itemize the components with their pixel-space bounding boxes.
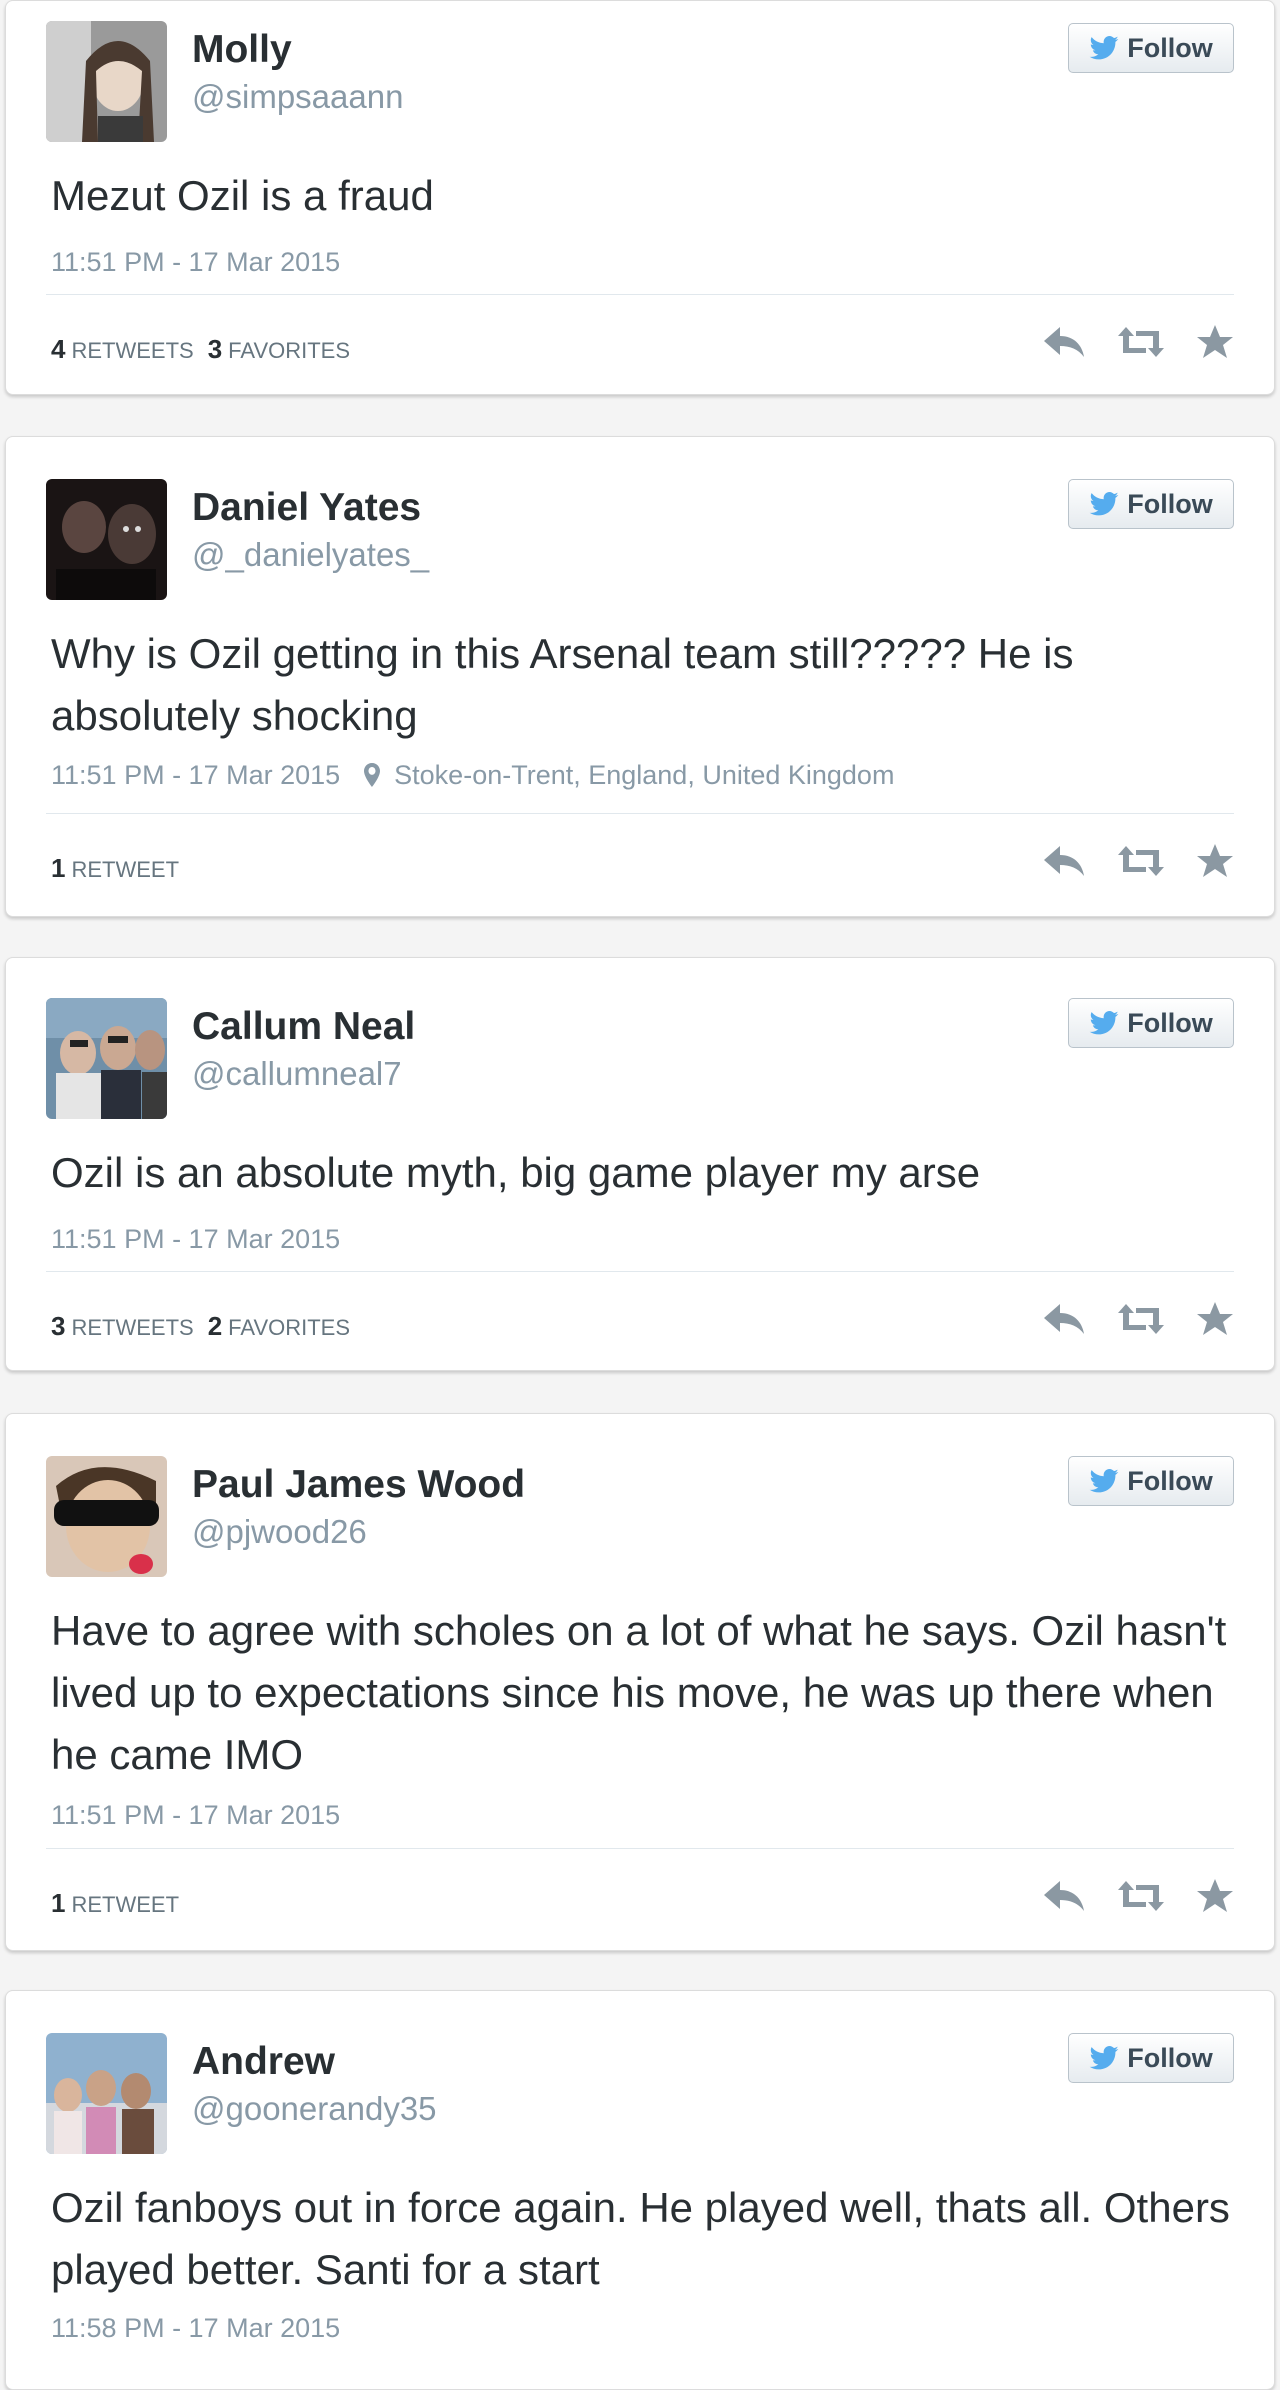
twitter-bird-icon <box>1089 1011 1119 1035</box>
tweet-card: Paul James Wood @pjwood26 Follow Have to… <box>5 1413 1275 1951</box>
tweet-meta: 11:51 PM - 17 Mar 2015 <box>51 1798 340 1832</box>
follow-label: Follow <box>1127 488 1213 519</box>
user-handle[interactable]: @_danielyates_ <box>192 535 429 575</box>
divider <box>46 813 1234 814</box>
retweet-icon[interactable] <box>1116 844 1166 878</box>
tweet-text: Why is Ozil getting in this Arsenal team… <box>51 630 1074 739</box>
favorite-star-icon[interactable] <box>1196 1301 1234 1337</box>
twitter-bird-icon <box>1089 1469 1119 1493</box>
retweet-label[interactable]: RETWEETS <box>71 338 193 363</box>
tweet-stats: 3 RETWEETS 2 FAVORITES <box>51 1311 350 1343</box>
user-handle[interactable]: @pjwood26 <box>192 1512 367 1552</box>
reply-icon[interactable] <box>1042 1879 1086 1913</box>
favorite-star-icon[interactable] <box>1196 1878 1234 1914</box>
tweet-actions <box>1012 1878 1234 1914</box>
retweet-icon[interactable] <box>1116 325 1166 359</box>
tweet-actions <box>1012 1301 1234 1337</box>
favorite-star-icon[interactable] <box>1196 843 1234 879</box>
user-name[interactable]: Paul James Wood <box>192 1462 525 1508</box>
user-name[interactable]: Andrew <box>192 2039 335 2085</box>
tweet-timestamp[interactable]: 11:51 PM - 17 Mar 2015 <box>51 1798 340 1832</box>
user-name[interactable]: Callum Neal <box>192 1004 415 1050</box>
avatar[interactable] <box>46 2033 167 2154</box>
tweet-actions <box>1012 324 1234 360</box>
favorite-count: 2 <box>207 1311 223 1341</box>
follow-label: Follow <box>1127 1007 1213 1038</box>
divider <box>46 1271 1234 1272</box>
retweet-label[interactable]: RETWEET <box>71 857 179 882</box>
tweet-text: Ozil fanboys out in force again. He play… <box>51 2184 1230 2293</box>
follow-label: Follow <box>1127 2042 1213 2073</box>
tweet-meta: 11:58 PM - 17 Mar 2015 <box>51 2311 340 2345</box>
follow-label: Follow <box>1127 32 1213 63</box>
tweet-text: Ozil is an absolute myth, big game playe… <box>51 1149 981 1196</box>
divider <box>46 1848 1234 1849</box>
retweet-icon[interactable] <box>1116 1302 1166 1336</box>
retweet-label[interactable]: RETWEETS <box>71 1315 193 1340</box>
follow-button[interactable]: Follow <box>1068 2033 1234 2083</box>
divider <box>46 294 1234 295</box>
tweet-text: Have to agree with scholes on a lot of w… <box>51 1607 1227 1778</box>
tweet-card: Daniel Yates @_danielyates_ Follow Why i… <box>5 436 1275 917</box>
tweet-stats: 4 RETWEETS 3 FAVORITES <box>51 334 350 366</box>
favorite-label[interactable]: FAVORITES <box>228 1315 350 1340</box>
tweet-card: Callum Neal @callumneal7 Follow Ozil is … <box>5 957 1275 1371</box>
favorite-star-icon[interactable] <box>1196 324 1234 360</box>
reply-icon[interactable] <box>1042 1302 1086 1336</box>
tweet-actions <box>1012 843 1234 879</box>
retweet-label[interactable]: RETWEET <box>71 1892 179 1917</box>
avatar[interactable] <box>46 1456 167 1577</box>
tweet-timestamp[interactable]: 11:58 PM - 17 Mar 2015 <box>51 2311 340 2345</box>
tweet-stats: 1 RETWEET <box>51 1888 179 1920</box>
user-handle[interactable]: @goonerandy35 <box>192 2089 437 2129</box>
user-name[interactable]: Molly <box>192 27 292 73</box>
tweet-meta: 11:51 PM - 17 Mar 2015 <box>51 1222 340 1256</box>
twitter-bird-icon <box>1089 36 1119 60</box>
tweet-card: Andrew @goonerandy35 Follow Ozil fanboys… <box>5 1990 1275 2390</box>
user-handle[interactable]: @callumneal7 <box>192 1054 402 1094</box>
retweet-count: 1 <box>51 853 66 883</box>
avatar[interactable] <box>46 21 167 142</box>
tweet-card: Molly @simpsaaann Follow Mezut Ozil is a… <box>5 0 1275 395</box>
follow-button[interactable]: Follow <box>1068 1456 1234 1506</box>
follow-button[interactable]: Follow <box>1068 479 1234 529</box>
tweet-timestamp[interactable]: 11:51 PM - 17 Mar 2015 <box>51 758 340 792</box>
reply-icon[interactable] <box>1042 325 1086 359</box>
twitter-bird-icon <box>1089 492 1119 516</box>
follow-button[interactable]: Follow <box>1068 23 1234 73</box>
avatar[interactable] <box>46 998 167 1119</box>
location-pin-icon <box>364 763 381 787</box>
twitter-bird-icon <box>1089 2046 1119 2070</box>
retweet-count: 3 <box>51 1311 66 1341</box>
tweet-meta: 11:51 PM - 17 Mar 2015 Stoke-on-Trent, E… <box>51 758 894 792</box>
tweet-stats: 1 RETWEET <box>51 853 179 885</box>
tweet-location[interactable]: Stoke-on-Trent, England, United Kingdom <box>394 758 894 792</box>
retweet-count: 4 <box>51 334 66 364</box>
retweet-icon[interactable] <box>1116 1879 1166 1913</box>
follow-button[interactable]: Follow <box>1068 998 1234 1048</box>
retweet-count: 1 <box>51 1888 66 1918</box>
avatar[interactable] <box>46 479 167 600</box>
follow-label: Follow <box>1127 1465 1213 1496</box>
tweet-timestamp[interactable]: 11:51 PM - 17 Mar 2015 <box>51 1222 340 1256</box>
reply-icon[interactable] <box>1042 844 1086 878</box>
tweet-meta: 11:51 PM - 17 Mar 2015 <box>51 245 340 279</box>
user-name[interactable]: Daniel Yates <box>192 485 421 531</box>
tweet-text: Mezut Ozil is a fraud <box>51 172 434 219</box>
tweet-timestamp[interactable]: 11:51 PM - 17 Mar 2015 <box>51 245 340 279</box>
favorite-label[interactable]: FAVORITES <box>228 338 350 363</box>
user-handle[interactable]: @simpsaaann <box>192 77 403 117</box>
favorite-count: 3 <box>207 334 223 364</box>
